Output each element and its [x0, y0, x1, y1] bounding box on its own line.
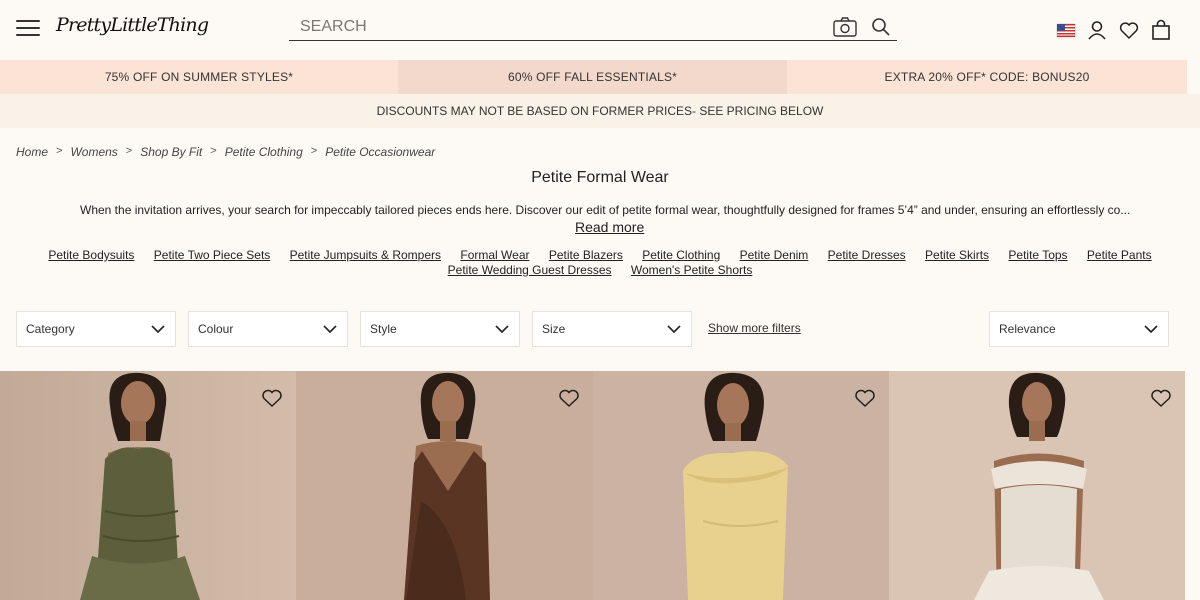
us-flag-icon[interactable] [1055, 19, 1077, 41]
heart-icon[interactable] [558, 388, 580, 408]
cat-link[interactable]: Petite Dresses [828, 248, 906, 262]
breadcrumb-home[interactable]: Home [16, 145, 48, 159]
product-card[interactable] [593, 371, 889, 600]
category-links: Petite Bodysuits Petite Two Piece Sets P… [0, 248, 1200, 278]
category-intro: When the invitation arrives, your search… [80, 203, 1131, 217]
camera-icon[interactable] [833, 17, 857, 37]
filter-size[interactable]: Size [532, 311, 692, 347]
chevron-down-icon [495, 325, 509, 334]
filter-label: Colour [198, 322, 234, 336]
cat-link[interactable]: Petite Jumpsuits & Rompers [290, 248, 441, 262]
cat-link[interactable]: Petite Two Piece Sets [154, 248, 271, 262]
breadcrumb-separator: > [310, 145, 318, 157]
hamburger-icon[interactable] [16, 20, 40, 38]
show-more-filters-link[interactable]: Show more filters [708, 321, 801, 335]
filter-category[interactable]: Category [16, 311, 176, 347]
filter-label: Style [370, 322, 397, 336]
chevron-down-icon [1144, 325, 1158, 334]
chevron-down-icon [151, 325, 165, 334]
breadcrumb-separator: > [210, 145, 217, 157]
heart-icon[interactable] [854, 388, 876, 408]
promo-summer[interactable]: 75% OFF ON SUMMER STYLES* [0, 60, 398, 94]
read-more-link[interactable]: Read more [575, 219, 644, 235]
account-icon[interactable] [1086, 19, 1108, 41]
search-input[interactable] [289, 14, 809, 40]
filter-style[interactable]: Style [360, 311, 520, 347]
product-image[interactable] [296, 371, 593, 600]
site-header: PrettyLittleThing [0, 0, 1200, 60]
cat-link[interactable]: Petite Wedding Guest Dresses [448, 263, 612, 277]
cat-link[interactable]: Petite Bodysuits [48, 248, 134, 262]
sort-select[interactable]: Relevance [989, 311, 1169, 347]
heart-icon[interactable] [1150, 388, 1172, 408]
pricing-disclaimer[interactable]: DISCOUNTS MAY NOT BE BASED ON FORMER PRI… [0, 94, 1200, 128]
cat-link[interactable]: Women's Petite Shorts [631, 263, 752, 277]
promo-gap [1187, 60, 1200, 94]
promo-fall[interactable]: 60% OFF FALL ESSENTIALS* [398, 60, 787, 94]
breadcrumb: Home > Womens > Shop By Fit > Petite Clo… [16, 145, 435, 159]
cat-link[interactable]: Petite Tops [1008, 248, 1067, 262]
breadcrumb-separator: > [125, 145, 133, 157]
promo-code[interactable]: EXTRA 20% OFF* CODE: BONUS20 [787, 60, 1187, 94]
cat-link[interactable]: Petite Pants [1087, 248, 1152, 262]
cat-link[interactable]: Formal Wear [460, 248, 529, 262]
filter-colour[interactable]: Colour [188, 311, 348, 347]
wishlist-icon[interactable] [1118, 19, 1140, 41]
logo[interactable]: PrettyLittleThing [56, 14, 209, 36]
product-card[interactable] [0, 371, 296, 600]
sort-label: Relevance [999, 322, 1056, 336]
chevron-down-icon [323, 325, 337, 334]
product-image[interactable] [0, 371, 296, 600]
promo-bar: 75% OFF ON SUMMER STYLES* 60% OFF FALL E… [0, 60, 1200, 94]
cat-link[interactable]: Petite Clothing [642, 248, 720, 262]
cat-link[interactable]: Petite Blazers [549, 248, 623, 262]
heart-icon[interactable] [261, 388, 283, 408]
breadcrumb-womens[interactable]: Womens [70, 145, 117, 159]
search-bar [289, 14, 897, 41]
chevron-down-icon [667, 325, 681, 334]
product-image[interactable] [593, 371, 889, 600]
bag-icon[interactable] [1150, 19, 1172, 41]
breadcrumb-petite-clothing[interactable]: Petite Clothing [225, 145, 303, 159]
cat-link[interactable]: Petite Skirts [925, 248, 989, 262]
cat-link[interactable]: Petite Denim [740, 248, 809, 262]
filter-label: Size [542, 322, 566, 336]
product-image[interactable] [889, 371, 1185, 600]
page-title: Petite Formal Wear [531, 169, 669, 186]
breadcrumb-petite-occasionwear[interactable]: Petite Occasionwear [325, 145, 435, 159]
breadcrumb-shop-by-fit[interactable]: Shop By Fit [140, 145, 202, 159]
product-card[interactable] [296, 371, 593, 600]
filter-label: Category [26, 322, 75, 336]
product-card[interactable] [889, 371, 1185, 600]
search-icon[interactable] [871, 17, 891, 37]
breadcrumb-separator: > [56, 145, 63, 157]
